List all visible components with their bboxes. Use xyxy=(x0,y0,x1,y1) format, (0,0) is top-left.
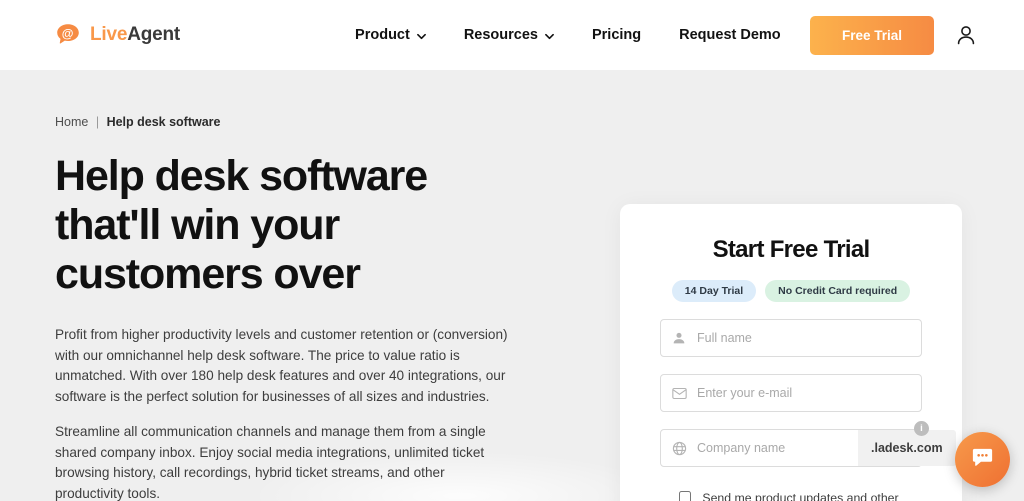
signup-badges: 14 Day Trial No Credit Card required xyxy=(660,280,922,302)
chat-bubble-icon xyxy=(970,445,995,475)
nav-label-request-demo: Request Demo xyxy=(679,27,781,43)
hero-section: Home | Help desk software Help desk soft… xyxy=(0,70,1024,501)
breadcrumb-home-link[interactable]: Home xyxy=(55,115,88,129)
svg-text:@: @ xyxy=(62,26,74,40)
account-user-icon[interactable] xyxy=(956,24,976,46)
brand-logo[interactable]: @ LiveAgent xyxy=(55,22,180,48)
globe-icon xyxy=(661,441,697,456)
full-name-input[interactable] xyxy=(697,331,921,345)
marketing-consent-checkbox[interactable] xyxy=(679,491,691,501)
hero-paragraph-2: Streamline all communication channels an… xyxy=(55,424,486,501)
header-actions: Free Trial xyxy=(809,15,976,55)
person-icon xyxy=(661,331,697,345)
breadcrumb-current-page: Help desk software xyxy=(106,115,221,129)
nav-label-product: Product xyxy=(355,27,410,43)
company-name-input[interactable] xyxy=(697,441,858,455)
nav-item-product[interactable]: Product xyxy=(355,27,426,43)
page-title: Help desk software that'll win your cust… xyxy=(55,152,585,299)
info-icon[interactable]: i xyxy=(914,421,929,436)
badge-no-credit-card: No Credit Card required xyxy=(765,280,911,302)
chat-widget-button[interactable] xyxy=(955,432,1010,487)
brand-name-agent: Agent xyxy=(127,24,181,45)
email-input[interactable] xyxy=(697,386,921,400)
nav-label-resources: Resources xyxy=(463,27,538,43)
chevron-down-icon xyxy=(545,29,554,39)
company-name-field[interactable]: .ladesk.com i xyxy=(660,421,956,467)
envelope-icon xyxy=(661,387,697,400)
badge-trial-length: 14 Day Trial xyxy=(671,280,757,302)
brand-wordmark: LiveAgent xyxy=(90,24,180,46)
marketing-consent-row: Send me product updates and other promot… xyxy=(660,489,922,501)
breadcrumb-separator: | xyxy=(95,115,100,129)
hero-paragraph-1: Profit from higher productivity levels a… xyxy=(55,327,508,404)
chevron-down-icon xyxy=(416,29,426,39)
main-navigation: Product Resources Pricing Request Demo xyxy=(355,27,781,43)
company-domain-suffix: .ladesk.com xyxy=(858,430,956,466)
marketing-consent-label: Send me product updates and other promot… xyxy=(702,491,899,501)
email-field[interactable] xyxy=(660,374,922,412)
page-title-line-3: customers over xyxy=(55,250,361,298)
nav-item-pricing[interactable]: Pricing xyxy=(592,27,641,43)
free-trial-button[interactable]: Free Trial xyxy=(809,15,934,55)
liveagent-bubble-icon: @ xyxy=(55,22,81,48)
full-name-field[interactable] xyxy=(660,319,922,357)
page-title-line-2: that'll win your xyxy=(55,201,340,249)
free-trial-signup-card: Start Free Trial 14 Day Trial No Credit … xyxy=(620,204,962,501)
page-title-line-1: Help desk software xyxy=(55,152,428,200)
nav-item-request-demo[interactable]: Request Demo xyxy=(679,27,781,43)
hero-content: Home | Help desk software Help desk soft… xyxy=(55,115,585,501)
site-header: @ LiveAgent Product Resources Pricing Re… xyxy=(0,0,1024,70)
nav-label-pricing: Pricing xyxy=(591,27,642,43)
signup-form-title: Start Free Trial xyxy=(712,236,871,263)
breadcrumb: Home | Help desk software xyxy=(55,115,585,129)
brand-name-live: Live xyxy=(90,24,128,45)
nav-item-resources[interactable]: Resources xyxy=(464,27,554,43)
